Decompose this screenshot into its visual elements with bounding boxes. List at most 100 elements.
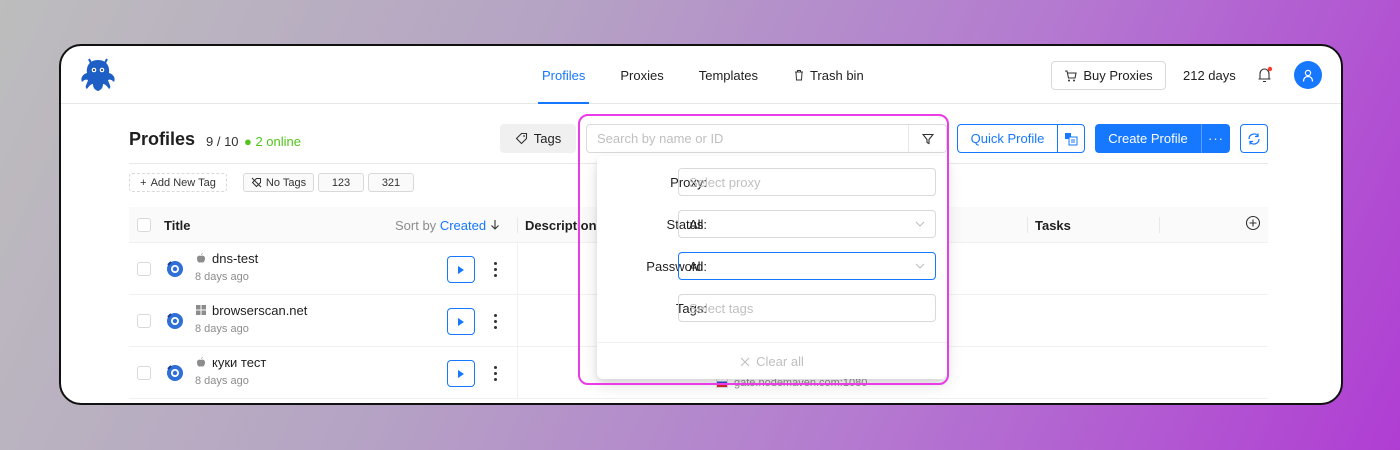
apple-os-icon — [197, 253, 205, 263]
profile-age: 8 days ago — [195, 271, 249, 283]
profile-age: 8 days ago — [195, 375, 249, 387]
tags-select[interactable]: Select tags — [678, 294, 936, 322]
search-box — [586, 124, 947, 153]
column-divider — [1027, 217, 1028, 233]
nav-tab-profiles[interactable]: Profiles — [538, 46, 590, 104]
user-icon — [1302, 69, 1314, 82]
refresh-button[interactable] — [1240, 124, 1268, 153]
quick-profile-os-button[interactable] — [1058, 125, 1084, 152]
filter-panel: Proxy: Select proxy Status: All Password… — [597, 156, 947, 379]
chip-label: No Tags — [265, 176, 307, 189]
run-profile-button[interactable] — [447, 256, 475, 283]
chevron-down-icon — [915, 221, 925, 227]
quick-profile-label: Quick Profile — [958, 125, 1058, 152]
tag-chip-321[interactable]: 321 — [368, 173, 414, 192]
clear-all-label: Clear all — [756, 354, 804, 369]
play-icon — [458, 317, 464, 326]
profile-count: 9 / 10 — [206, 134, 239, 149]
tag-chip-123[interactable]: 123 — [318, 173, 364, 192]
quick-profile-button[interactable]: Quick Profile — [957, 124, 1085, 153]
profile-age: 8 days ago — [195, 323, 249, 335]
app-window: Profiles Proxies Templates Trash bin Buy… — [59, 44, 1343, 405]
status-value: All — [689, 216, 704, 232]
apple-os-icon — [197, 357, 205, 367]
profile-name[interactable]: куки тест — [212, 355, 266, 370]
run-profile-button[interactable] — [447, 360, 475, 387]
tags-button-label: Tags — [533, 131, 562, 146]
close-icon — [740, 357, 750, 366]
row-checkbox[interactable] — [137, 366, 151, 380]
clear-all-button[interactable]: Clear all — [597, 354, 947, 369]
sort-field: Created — [439, 218, 487, 233]
run-profile-button[interactable] — [447, 308, 475, 335]
password-select[interactable]: All — [678, 252, 936, 280]
no-tags-chip[interactable]: No Tags — [243, 173, 314, 192]
create-profile-button[interactable]: Create Profile ··· — [1095, 124, 1230, 153]
proxy-select[interactable]: Select proxy — [678, 168, 936, 196]
browser-icon — [167, 313, 183, 329]
filter-row-status: Status: All — [597, 210, 947, 238]
page-title: Profiles — [129, 129, 196, 149]
profile-name[interactable]: browserscan.net — [212, 303, 307, 318]
chip-label: 321 — [381, 176, 401, 189]
status-select[interactable]: All — [678, 210, 936, 238]
nav-tab-templates[interactable]: Templates — [695, 46, 762, 104]
windows-os-icon — [196, 305, 206, 315]
search-input[interactable] — [587, 125, 897, 152]
quick-profile-os-icon — [1065, 132, 1078, 145]
chevron-down-icon — [915, 263, 925, 269]
filter-row-tags: Tags: Select tags — [597, 294, 947, 322]
chip-label: 123 — [331, 176, 351, 189]
sort-control[interactable]: Sort by Created — [395, 218, 500, 233]
nav-tab-label: Trash bin — [809, 67, 864, 83]
cart-icon — [1065, 69, 1077, 81]
panel-divider — [597, 342, 947, 343]
no-tag-icon — [251, 177, 262, 188]
tags-button[interactable]: Tags — [500, 124, 576, 153]
browser-icon — [167, 365, 183, 381]
chip-label: Add New Tag — [150, 176, 216, 189]
column-divider — [517, 347, 518, 398]
column-divider — [517, 295, 518, 346]
main-nav: Profiles Proxies Templates Trash bin — [538, 46, 895, 104]
row-menu-button[interactable] — [489, 309, 501, 333]
filter-row-proxy: Proxy: Select proxy — [597, 168, 947, 196]
select-all-checkbox[interactable] — [137, 218, 151, 232]
tag-icon — [515, 132, 527, 145]
play-icon — [458, 369, 464, 378]
add-column-icon[interactable] — [1245, 215, 1261, 231]
subscription-days: 212 days — [1183, 68, 1236, 83]
nav-tab-label: Proxies — [620, 67, 664, 83]
refresh-icon — [1248, 132, 1260, 145]
arrow-down-icon — [490, 220, 499, 230]
sort-prefix: Sort by — [395, 218, 437, 233]
filter-button[interactable] — [908, 125, 946, 152]
add-new-tag-chip[interactable]: + Add New Tag — [129, 173, 227, 192]
play-icon — [458, 265, 464, 274]
browser-icon — [167, 261, 183, 277]
row-menu-button[interactable] — [489, 361, 501, 385]
profile-name[interactable]: dns-test — [212, 251, 258, 266]
plus-icon: + — [140, 176, 147, 189]
row-menu-button[interactable] — [489, 257, 501, 281]
nav-tab-trash-bin[interactable]: Trash bin — [789, 46, 868, 104]
column-divider — [517, 243, 518, 294]
user-avatar[interactable] — [1294, 61, 1322, 89]
filter-icon — [921, 133, 934, 144]
create-profile-label: Create Profile — [1095, 124, 1202, 153]
octopus-logo-icon[interactable] — [79, 58, 117, 92]
bell-icon[interactable] — [1257, 66, 1273, 84]
column-divider — [1159, 217, 1160, 233]
nav-tab-label: Templates — [698, 67, 758, 83]
filter-row-password: Password: All — [597, 252, 947, 280]
row-checkbox[interactable] — [137, 262, 151, 276]
buy-proxies-button[interactable]: Buy Proxies — [1051, 61, 1166, 90]
online-label: 2 online — [255, 134, 302, 149]
buy-proxies-label: Buy Proxies — [1083, 68, 1153, 83]
column-divider — [517, 217, 518, 233]
top-header: Profiles Proxies Templates Trash bin Buy… — [61, 46, 1341, 104]
nav-tab-proxies[interactable]: Proxies — [616, 46, 667, 104]
column-description: Description — [525, 218, 597, 233]
row-checkbox[interactable] — [137, 314, 151, 328]
create-profile-more-button[interactable]: ··· — [1202, 124, 1230, 153]
